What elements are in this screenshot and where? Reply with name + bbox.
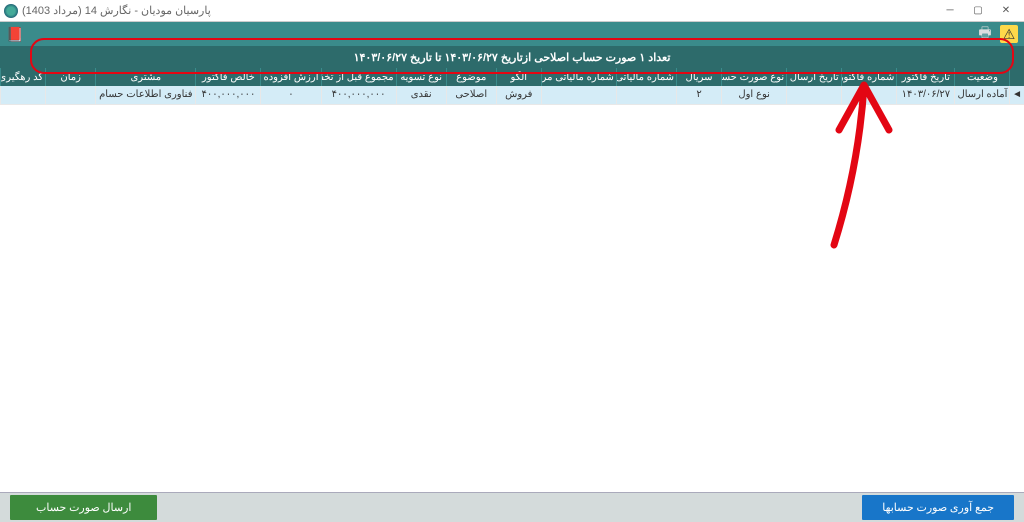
cell-tracking: [1, 86, 46, 104]
cell-settlement: نقدی: [396, 86, 446, 104]
maximize-button[interactable]: ▢: [964, 1, 992, 21]
footer-bar: جمع آوری صورت حسابها ارسال صورت حساب: [0, 492, 1024, 522]
cell-serial: ۲: [677, 86, 722, 104]
cell-ref-tax-no: [541, 86, 616, 104]
col-invoice-type[interactable]: نوع صورت حساب: [722, 68, 787, 86]
book-icon[interactable]: 📕: [6, 25, 24, 43]
app-icon: [4, 4, 18, 18]
col-invoice-date[interactable]: تاریخ فاکتور: [897, 68, 955, 86]
cell-net: ۴۰۰,۰۰۰,۰۰۰: [196, 86, 261, 104]
col-vat[interactable]: ارزش افزوده: [261, 68, 321, 86]
col-marker: [1010, 68, 1024, 86]
cell-vat: ۰: [261, 86, 321, 104]
toolbar: ⚠ 🖶 📕: [0, 22, 1024, 46]
cell-pattern: فروش: [496, 86, 541, 104]
close-button[interactable]: ✕: [992, 1, 1020, 21]
col-status[interactable]: وضعیت: [955, 68, 1010, 86]
grid-container: وضعیت تاریخ فاکتور شماره فاکتور تاریخ ار…: [0, 68, 1024, 492]
cell-status: آماده ارسال: [955, 86, 1010, 104]
col-tracking[interactable]: کد رهگیری: [1, 68, 46, 86]
collect-invoices-button[interactable]: جمع آوری صورت حسابها: [862, 495, 1014, 520]
window-titlebar: پارسیان مودیان - نگارش 14 (مرداد 1403) ─…: [0, 0, 1024, 22]
grid-header-row: وضعیت تاریخ فاکتور شماره فاکتور تاریخ ار…: [1, 68, 1024, 86]
table-row[interactable]: ◄ آماده ارسال ۱۴۰۳/۰۶/۲۷ ۱ نوع اول ۲ فرو…: [1, 86, 1024, 104]
cell-invoice-no: ۱: [842, 86, 897, 104]
window-title: پارسیان مودیان - نگارش 14 (مرداد 1403): [22, 4, 211, 17]
col-serial[interactable]: سریال: [677, 68, 722, 86]
window-controls: ─ ▢ ✕: [936, 1, 1020, 21]
col-pattern[interactable]: الگو: [496, 68, 541, 86]
col-invoice-no[interactable]: شماره فاکتور: [842, 68, 897, 86]
cell-customer: فناوری اطلاعات حسام: [96, 86, 196, 104]
cell-invoice-type: نوع اول: [722, 86, 787, 104]
cell-tax-no: [616, 86, 676, 104]
col-send-date[interactable]: تاریخ ارسال: [787, 68, 842, 86]
col-settlement[interactable]: نوع تسویه: [396, 68, 446, 86]
page-title: تعداد ۱ صورت حساب اصلاحی ازتاریخ ۱۴۰۳/۰۶…: [354, 51, 671, 64]
cell-invoice-date: ۱۴۰۳/۰۶/۲۷: [897, 86, 955, 104]
cell-subject: اصلاحی: [446, 86, 496, 104]
col-customer[interactable]: مشتری: [96, 68, 196, 86]
cell-total-before-discount: ۴۰۰,۰۰۰,۰۰۰: [321, 86, 396, 104]
col-net[interactable]: خالص فاکتور: [196, 68, 261, 86]
col-ref-tax-no[interactable]: شماره مالیاتی مرجع: [541, 68, 616, 86]
send-invoice-button[interactable]: ارسال صورت حساب: [10, 495, 157, 520]
printer-icon[interactable]: 🖶: [976, 25, 994, 43]
cell-send-date: [787, 86, 842, 104]
cell-time: [46, 86, 96, 104]
col-subject[interactable]: موضوع: [446, 68, 496, 86]
col-time[interactable]: زمان: [46, 68, 96, 86]
col-total-before-discount[interactable]: مجموع قبل از تخفیف: [321, 68, 396, 86]
invoice-grid[interactable]: وضعیت تاریخ فاکتور شماره فاکتور تاریخ ار…: [0, 68, 1024, 105]
row-marker: ◄: [1010, 86, 1024, 104]
minimize-button[interactable]: ─: [936, 1, 964, 21]
warning-icon[interactable]: ⚠: [1000, 25, 1018, 43]
col-tax-no[interactable]: شماره مالیاتی: [616, 68, 676, 86]
page-title-bar: تعداد ۱ صورت حساب اصلاحی ازتاریخ ۱۴۰۳/۰۶…: [0, 46, 1024, 68]
